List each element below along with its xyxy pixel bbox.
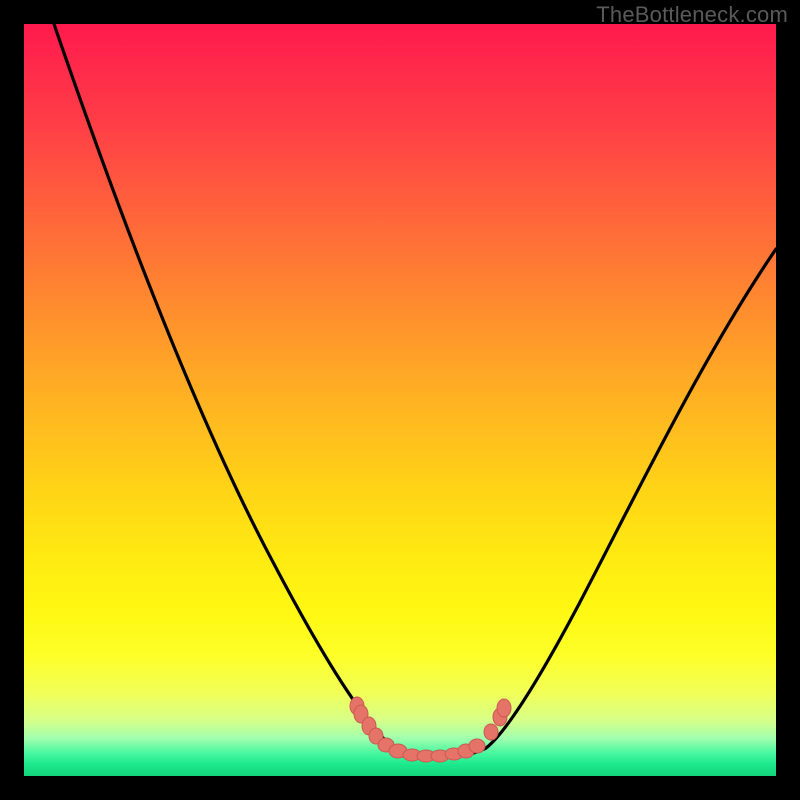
watermark-text: TheBottleneck.com (596, 2, 788, 28)
marker-group (350, 697, 511, 762)
curve-overlay (24, 24, 776, 776)
marker-dot (484, 724, 498, 740)
marker-dot (497, 699, 511, 717)
marker-dot (469, 739, 485, 753)
outer-frame: TheBottleneck.com (0, 0, 800, 800)
plot-area (24, 24, 776, 776)
left-curve (54, 24, 409, 754)
right-curve (486, 249, 776, 748)
